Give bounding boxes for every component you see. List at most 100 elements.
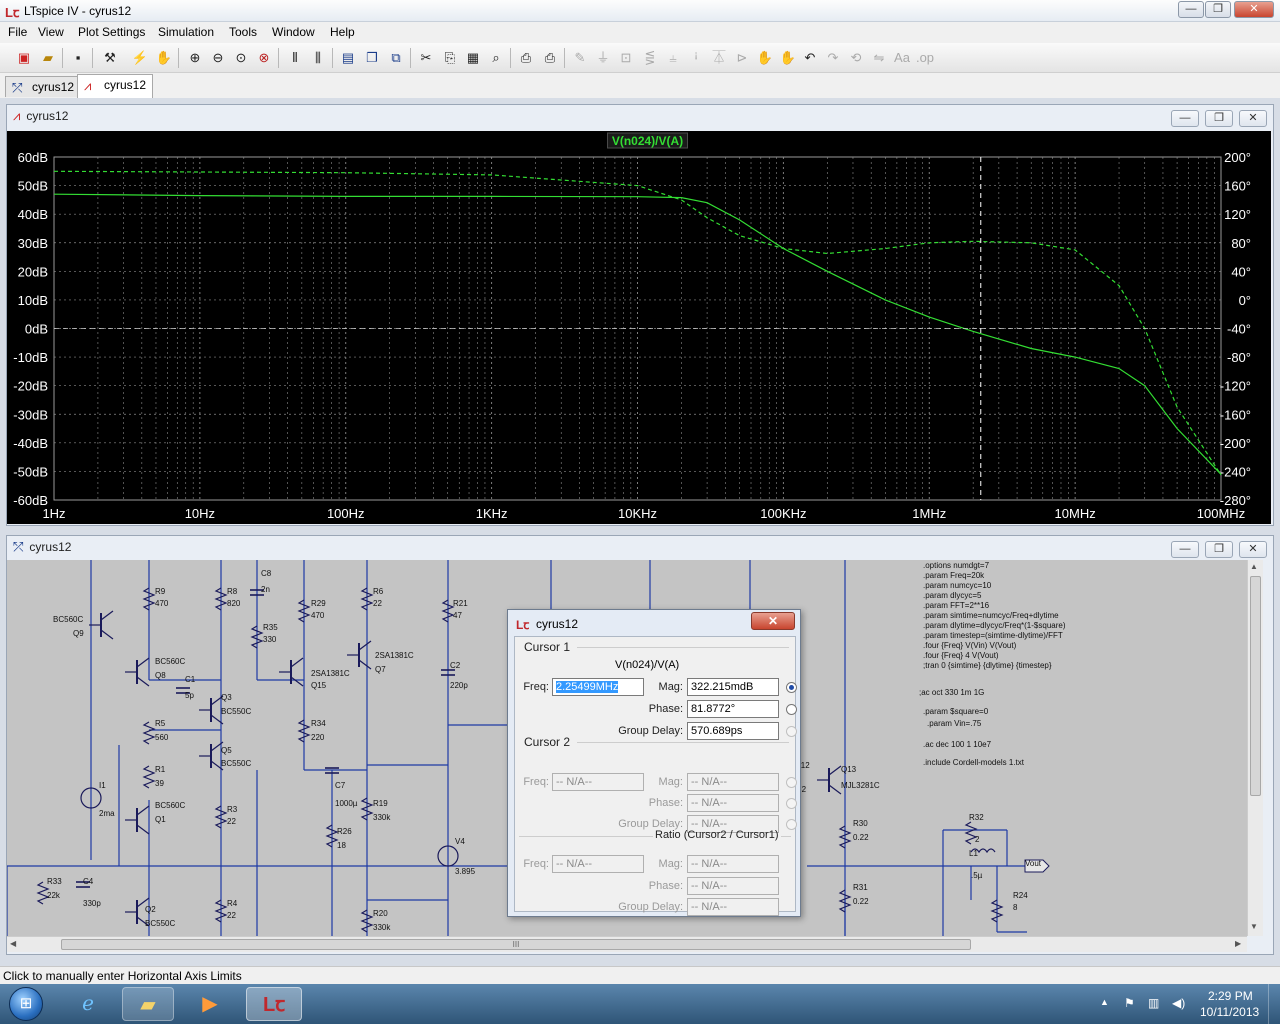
plot-restore-button[interactable]: ❐ — [1205, 110, 1233, 127]
cursor2-mag-field[interactable]: -- N/A-- — [687, 773, 779, 791]
move-icon[interactable]: ✋ — [755, 48, 775, 68]
inductor-icon[interactable]: ꜟ — [686, 48, 706, 68]
start-orb-icon[interactable]: ⊞ — [4, 987, 48, 1021]
open-icon[interactable]: ▰ — [38, 48, 58, 68]
maximize-button[interactable]: ❐ — [1205, 1, 1231, 18]
plot-close-button[interactable]: ✕ — [1239, 110, 1267, 127]
ratio-group-delay-field[interactable]: -- N/A-- — [687, 898, 779, 916]
undo-icon[interactable]: ↶ — [800, 48, 820, 68]
cursor2-mag-radio[interactable] — [786, 777, 797, 788]
zoom-in-icon[interactable]: ⊕ — [185, 48, 205, 68]
horizontal-scroll-thumb[interactable]: III — [61, 939, 971, 950]
menu-tools[interactable]: Tools — [229, 25, 257, 39]
component-label: 22 — [227, 817, 236, 826]
bode-plot-svg[interactable]: 1Hz 10Hz 100Hz 1KHz 10KHz 100KHz 1MHz 10MHz 100M… — [7, 131, 1271, 524]
label-icon[interactable]: ⊡ — [616, 48, 636, 68]
print-icon[interactable]: ⎙ — [540, 48, 560, 68]
run-icon[interactable]: ⚡ — [130, 48, 150, 68]
schematic-close-button[interactable]: ✕ — [1239, 541, 1267, 558]
clock-time[interactable]: 2:29 PM — [1208, 989, 1253, 1003]
zoom-out-icon[interactable]: ⊖ — [208, 48, 228, 68]
waveform-plot[interactable]: 1Hz 10Hz 100Hz 1KHz 10KHz 100KHz 1MHz 10MHz 100M… — [7, 131, 1271, 524]
cursor1-phase-field[interactable]: 81.8772° — [687, 700, 779, 718]
ground-icon[interactable]: ⏚ — [593, 48, 613, 68]
menu-window[interactable]: Window — [272, 25, 315, 39]
tab-schematic[interactable]: ⤱ cyrus12 — [5, 76, 82, 97]
drag-icon[interactable]: ✋ — [778, 48, 798, 68]
action-center-icon[interactable]: ⚑ — [1124, 996, 1135, 1010]
ratio-freq-field[interactable]: -- N/A-- — [552, 855, 644, 873]
minimize-button[interactable]: — — [1178, 1, 1204, 18]
scroll-left-arrow-icon[interactable]: ◀ — [10, 939, 16, 948]
mirror-icon[interactable]: ⇋ — [869, 48, 889, 68]
ratio-phase-field[interactable]: -- N/A-- — [687, 877, 779, 895]
waveform-icon: ⩘ — [84, 78, 92, 93]
cascade-icon[interactable]: ❐ — [362, 48, 382, 68]
clock-date[interactable]: 10/11/2013 — [1200, 1005, 1259, 1019]
copy-icon[interactable]: ⎘ — [440, 48, 460, 68]
diode-icon[interactable]: ⏄ — [709, 48, 729, 68]
paste-icon[interactable]: ▦ — [463, 48, 483, 68]
schematic-restore-button[interactable]: ❐ — [1205, 541, 1233, 558]
vertical-scroll-thumb[interactable] — [1250, 576, 1261, 796]
save-icon[interactable]: ▪ — [68, 48, 88, 68]
schematic-minimize-button[interactable]: — — [1171, 541, 1199, 558]
tile-horizontal-icon[interactable]: ▤ — [338, 48, 358, 68]
component-label: V4 — [455, 837, 465, 846]
cursor1-phase-radio[interactable] — [786, 704, 797, 715]
menu-simulation[interactable]: Simulation — [158, 25, 214, 39]
show-desktop-button[interactable] — [1268, 984, 1280, 1024]
mark-icon[interactable]: ⫼ — [308, 48, 328, 68]
y-left-tick-label: 20dB — [18, 264, 48, 279]
zoom-extents-icon[interactable]: ⊙ — [231, 48, 251, 68]
autorange-icon[interactable]: ⫴ — [285, 48, 305, 68]
control-panel-icon[interactable]: ⚒ — [100, 48, 120, 68]
cursor1-group-delay-label: Group Delay: — [618, 725, 683, 737]
scroll-right-arrow-icon[interactable]: ▶ — [1235, 939, 1241, 948]
print-setup-icon[interactable]: ⎙ — [516, 48, 536, 68]
vertical-scrollbar[interactable]: ▲ ▼ — [1247, 560, 1263, 936]
redo-icon[interactable]: ↷ — [823, 48, 843, 68]
halt-icon[interactable]: ✋ — [154, 48, 174, 68]
volume-icon[interactable]: ◀) — [1172, 996, 1185, 1010]
ratio-mag-field[interactable]: -- N/A-- — [687, 855, 779, 873]
menu-view[interactable]: View — [38, 25, 64, 39]
internet-explorer-icon[interactable]: ℯ — [62, 987, 114, 1021]
wire-icon[interactable]: ✎ — [570, 48, 590, 68]
horizontal-scrollbar[interactable]: ◀ III ▶ — [7, 936, 1247, 952]
zoom-cancel-icon[interactable]: ⊗ — [254, 48, 274, 68]
cursor2-phase-radio[interactable] — [786, 798, 797, 809]
close-all-icon[interactable]: ⧉ — [386, 48, 406, 68]
ltspice-icon[interactable]: Lꞇ — [246, 987, 302, 1021]
network-icon[interactable]: ▥ — [1148, 996, 1159, 1010]
rotate-icon[interactable]: ⟲ — [846, 48, 866, 68]
cursor1-group-delay-radio[interactable] — [786, 726, 797, 737]
capacitor-icon[interactable]: ⫨ — [663, 48, 683, 68]
cursor1-mag-radio[interactable] — [786, 682, 797, 693]
spice-directive-icon[interactable]: .op — [915, 48, 935, 68]
tab-waveform[interactable]: ⩘ cyrus12 — [77, 74, 154, 98]
cursor2-freq-field[interactable]: -- N/A-- — [552, 773, 644, 791]
menu-plot-settings[interactable]: Plot Settings — [78, 25, 145, 39]
menu-help[interactable]: Help — [330, 25, 355, 39]
menu-file[interactable]: File — [8, 25, 27, 39]
cursor2-phase-field[interactable]: -- N/A-- — [687, 794, 779, 812]
component-icon[interactable]: ⊳ — [732, 48, 752, 68]
plot-minimize-button[interactable]: — — [1171, 110, 1199, 127]
media-player-icon[interactable]: ▶ — [184, 987, 236, 1021]
resistor-icon[interactable]: ⋚ — [640, 48, 660, 68]
find-icon[interactable]: ⌕ — [486, 48, 506, 68]
close-button[interactable]: ✕ — [1234, 1, 1274, 18]
cursor1-group-delay-field[interactable]: 570.689ps — [687, 722, 779, 740]
show-hidden-icons-icon[interactable]: ▲ — [1100, 997, 1109, 1007]
cut-icon[interactable]: ✂ — [416, 48, 436, 68]
cursor1-freq-field[interactable]: 2.25499MHz — [552, 678, 644, 696]
cursor1-mag-field[interactable]: 322.215mdB — [687, 678, 779, 696]
text-icon[interactable]: Aa — [892, 48, 912, 68]
new-schematic-icon[interactable]: ▣ — [14, 48, 34, 68]
dialog-close-button[interactable]: ✕ — [751, 612, 795, 630]
scroll-up-arrow-icon[interactable]: ▲ — [1250, 562, 1261, 572]
scroll-down-arrow-icon[interactable]: ▼ — [1250, 922, 1261, 932]
cursor2-group-delay-radio[interactable] — [786, 819, 797, 830]
file-explorer-icon[interactable]: ▰ — [122, 987, 174, 1021]
